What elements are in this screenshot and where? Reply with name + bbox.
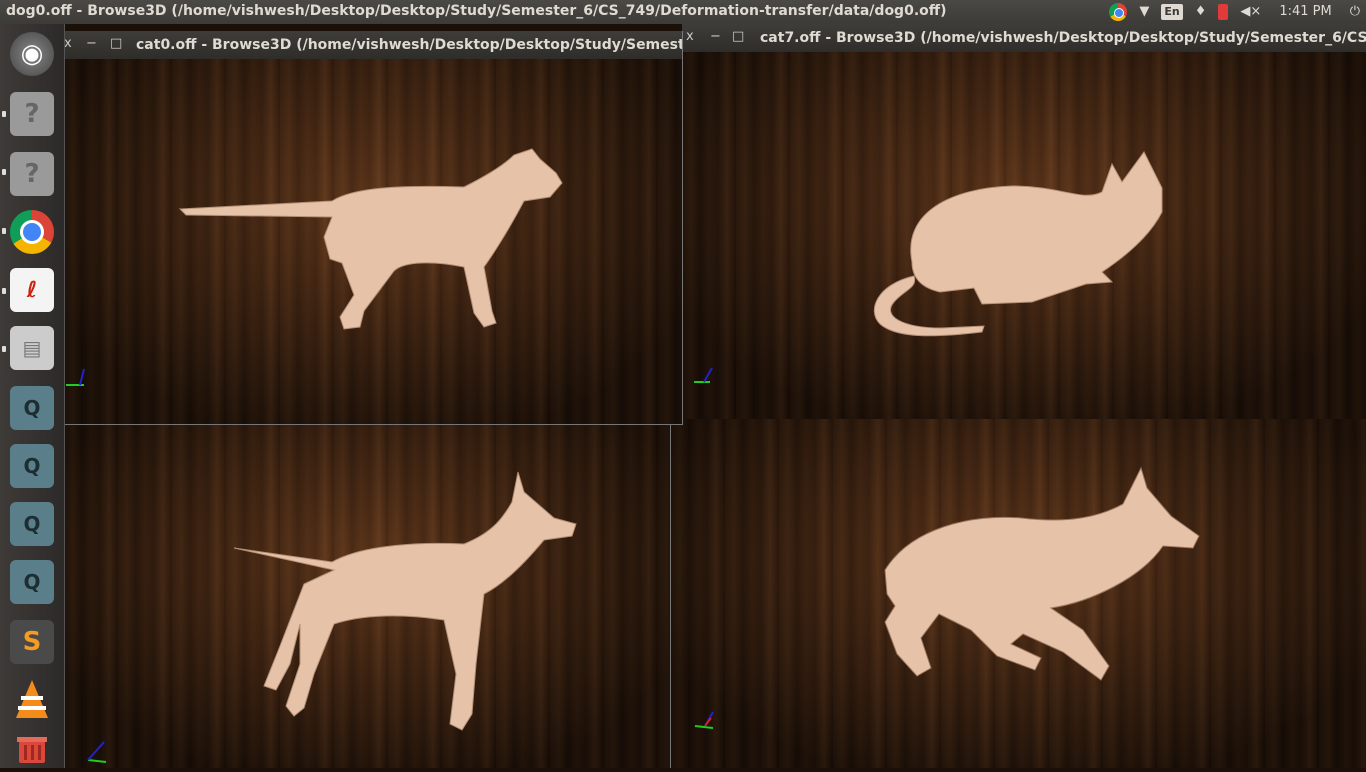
axis-gizmo — [66, 368, 85, 386]
notification-bell-icon[interactable]: ♦ — [1195, 0, 1207, 24]
close-button[interactable]: x — [686, 29, 694, 44]
file-cabinet-icon[interactable]: ▤ — [10, 326, 54, 370]
wifi-icon[interactable]: ▼ — [1139, 0, 1149, 24]
browse3d-icon[interactable]: Q — [10, 502, 54, 546]
axis-gizmo — [694, 711, 714, 729]
trash-icon[interactable] — [10, 728, 54, 772]
chrome-icon[interactable] — [1109, 3, 1128, 21]
chrome-icon[interactable] — [10, 210, 54, 254]
power-icon[interactable]: ⏻ — [1350, 0, 1360, 24]
system-tray: ▼ En ♦ ◀× 1:41 PM ⏻ — [1109, 0, 1366, 24]
launcher: ◉ ? ? ℓ ▤ Q Q Q Q S — [0, 24, 65, 768]
document-viewer-icon[interactable]: ℓ — [10, 268, 54, 312]
dog0-viewer-window[interactable] — [64, 424, 670, 768]
clock[interactable]: 1:41 PM — [1279, 0, 1331, 24]
browse3d-icon[interactable]: Q — [10, 444, 54, 488]
unknown-app-icon[interactable]: ? — [10, 152, 54, 196]
dog-model — [233, 471, 577, 731]
cat0-viewer-window[interactable]: x − □ cat0.off - Browse3D (/home/vishwes… — [64, 31, 683, 425]
maximize-button[interactable]: □ — [732, 29, 744, 44]
running-indicator — [2, 346, 6, 352]
sublime-text-icon[interactable]: S — [10, 620, 54, 664]
window-titlebar[interactable]: x − □ cat7.off - Browse3D (/home/vishwes… — [682, 24, 1366, 52]
window-title: cat7.off - Browse3D (/home/vishwesh/Desk… — [760, 30, 1366, 46]
axis-gizmo — [694, 367, 713, 383]
unknown-app-icon[interactable]: ? — [10, 92, 54, 136]
volume-muted-icon[interactable]: ◀× — [1240, 0, 1261, 24]
cat7-viewer-window[interactable]: x − □ cat7.off - Browse3D (/home/vishwes… — [682, 24, 1366, 419]
cat-standing-model — [178, 148, 563, 330]
battery-icon[interactable] — [1218, 4, 1229, 20]
running-indicator — [2, 288, 6, 294]
ubuntu-dash-icon[interactable]: ◉ — [10, 32, 54, 76]
browse3d-icon[interactable]: Q — [10, 560, 54, 604]
vlc-icon[interactable] — [10, 678, 54, 722]
dog-deformed-model — [884, 466, 1200, 681]
cat-lying-model — [873, 151, 1163, 337]
running-indicator — [2, 169, 6, 175]
axis-gizmo — [87, 741, 107, 763]
running-indicator — [2, 111, 6, 117]
browse3d-icon[interactable]: Q — [10, 386, 54, 430]
active-window-title: dog0.off - Browse3D (/home/vishwesh/Desk… — [6, 3, 947, 19]
dog-deformed-viewer-window[interactable] — [670, 418, 1366, 768]
top-panel: dog0.off - Browse3D (/home/vishwesh/Desk… — [0, 0, 1366, 24]
running-indicator — [2, 228, 6, 234]
minimize-button[interactable]: − — [710, 29, 721, 44]
keyboard-icon[interactable]: En — [1161, 4, 1183, 20]
